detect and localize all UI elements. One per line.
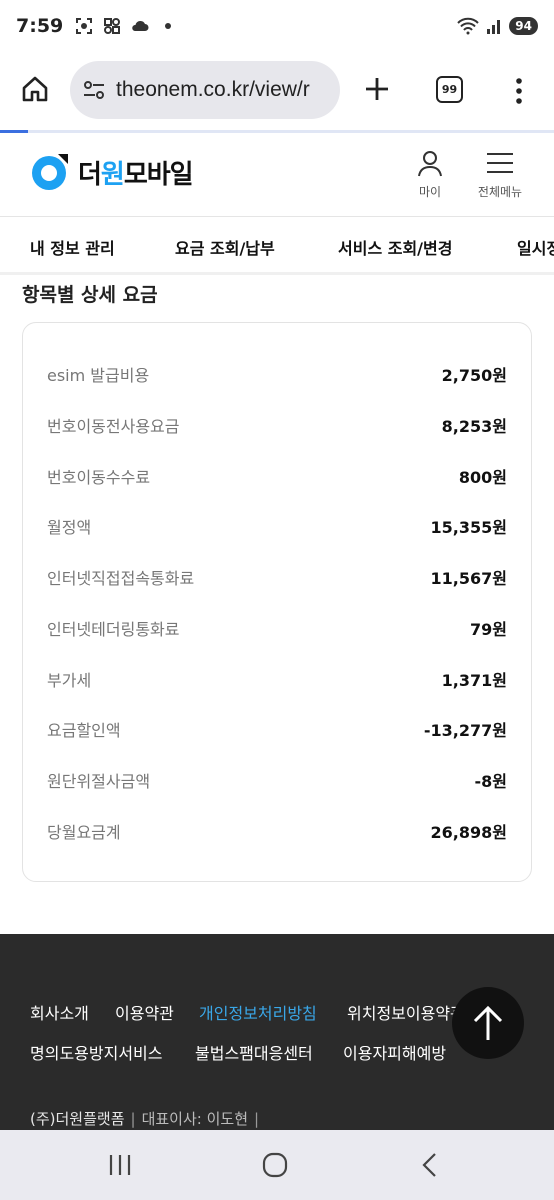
nav-item-my-info[interactable]: 내 정보 관리 (30, 235, 115, 259)
fee-row: 번호이동수수료 800원 (47, 461, 507, 491)
company-name: (주)더원플랫폼 (30, 1110, 125, 1128)
footer-link-id-theft[interactable]: 명의도용방지서비스 (30, 1040, 162, 1064)
logo-text: 더원모바일 (78, 159, 194, 190)
fee-label: 번호이동수수료 (47, 468, 151, 487)
system-nav-bar (0, 1130, 554, 1200)
fee-label: 인터넷직접접속통화료 (47, 569, 195, 588)
site-logo[interactable]: 더원모바일 (28, 151, 194, 193)
logo-mark-icon (32, 154, 68, 190)
more-options-icon[interactable] (507, 76, 531, 106)
fee-label: 월정액 (47, 518, 92, 537)
status-bar: 7:59 94 (0, 0, 554, 52)
barcode-icon (104, 18, 121, 34)
footer-link-terms[interactable]: 이용약관 (115, 1000, 174, 1024)
fee-value: 79원 (470, 620, 507, 639)
fee-label: 인터넷테더링통화료 (47, 620, 180, 639)
fee-label: 당월요금계 (47, 823, 121, 842)
fee-value: 800원 (458, 468, 507, 487)
fee-row: 부가세 1,371원 (47, 664, 507, 694)
footer-link-company[interactable]: 회사소개 (30, 1000, 89, 1024)
fee-value: -8원 (474, 772, 508, 791)
dot-icon (165, 23, 172, 29)
company-ceo: 대표이사: 이도현 (141, 1110, 249, 1128)
home-button-icon[interactable] (260, 1150, 290, 1180)
fee-value: 2,750원 (441, 366, 507, 385)
scroll-to-top-button[interactable] (452, 987, 524, 1059)
address-bar[interactable]: theonem.co.kr/view/r (70, 61, 340, 119)
fee-row: 인터넷직접접속통화료 11,567원 (47, 562, 507, 592)
battery-icon: 94 (509, 17, 538, 35)
fee-label: 요금할인액 (47, 721, 121, 740)
arrow-up-icon (473, 1005, 503, 1040)
signal-icon (487, 20, 501, 34)
screenshot-icon (76, 18, 93, 34)
site-header: 더원모바일 마이 전체메뉴 (0, 133, 554, 217)
home-icon[interactable] (20, 74, 50, 104)
fee-label: 원단위절사금액 (47, 772, 151, 791)
fee-value: 15,355원 (430, 518, 507, 537)
full-menu-button[interactable]: 전체메뉴 (468, 149, 532, 200)
cloud-icon (132, 20, 149, 31)
fee-label: 부가세 (47, 671, 92, 690)
status-time: 7:59 (16, 15, 64, 37)
url-text[interactable]: theonem.co.kr/view/r (116, 78, 310, 102)
fee-label: esim 발급비용 (47, 366, 150, 385)
main-nav: 내 정보 관리 요금 조회/납부 서비스 조회/변경 일시정지 (0, 217, 554, 275)
fee-value: 1,371원 (441, 671, 507, 690)
separator: | (130, 1110, 136, 1128)
hamburger-icon (487, 153, 513, 173)
fee-row: 인터넷테더링통화료 79원 (47, 613, 507, 643)
fee-row: 번호이동전사용요금 8,253원 (47, 410, 507, 440)
footer-link-location-terms[interactable]: 위치정보이용약관 (347, 1000, 465, 1024)
user-icon (418, 151, 442, 177)
footer-link-damage-prevention[interactable]: 이용자피해예방 (343, 1040, 446, 1064)
wifi-icon (457, 17, 480, 35)
notification-icons (75, 17, 177, 35)
fee-value: 26,898원 (430, 823, 507, 842)
nav-item-service[interactable]: 서비스 조회/변경 (338, 235, 452, 259)
section-title: 항목별 상세 요금 (22, 284, 158, 306)
footer-link-spam-center[interactable]: 불법스팸대응센터 (195, 1040, 313, 1064)
separator: | (254, 1110, 260, 1128)
browser-toolbar: theonem.co.kr/view/r 99 (0, 52, 554, 130)
new-tab-icon[interactable] (362, 74, 392, 104)
fee-value: -13,277원 (423, 721, 507, 740)
nav-item-suspend[interactable]: 일시정지 (517, 235, 554, 259)
footer-link-privacy[interactable]: 개인정보처리방침 (199, 1000, 317, 1024)
company-info: (주)더원플랫폼 | 대표이사: 이도현 | (30, 1108, 265, 1129)
fee-row: 요금할인액 -13,277원 (47, 714, 507, 744)
fee-detail-card: esim 발급비용 2,750원 번호이동전사용요금 8,253원 번호이동수수료 8… (22, 322, 532, 882)
my-page-button[interactable]: 마이 (398, 149, 462, 200)
fee-label: 번호이동전사용요금 (47, 417, 180, 436)
my-label: 마이 (418, 185, 442, 199)
tab-switcher-button[interactable]: 99 (436, 76, 463, 103)
system-status: 94 (457, 17, 538, 35)
fee-value: 11,567원 (430, 569, 507, 588)
recent-apps-icon[interactable] (105, 1150, 135, 1180)
fee-row: 월정액 15,355원 (47, 511, 507, 541)
fee-row: 원단위절사금액 -8원 (47, 765, 507, 795)
nav-item-billing[interactable]: 요금 조회/납부 (175, 235, 275, 259)
fee-row: esim 발급비용 2,750원 (47, 359, 507, 389)
fee-value: 8,253원 (441, 417, 507, 436)
site-settings-icon[interactable] (82, 78, 106, 102)
back-icon[interactable] (415, 1150, 445, 1180)
menu-label: 전체메뉴 (477, 185, 523, 199)
fee-row: 당월요금계 26,898원 (47, 816, 507, 846)
